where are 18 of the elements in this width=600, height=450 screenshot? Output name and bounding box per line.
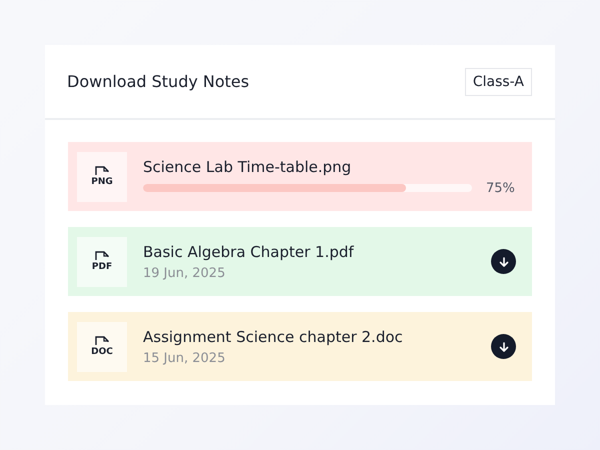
- document-icon: [95, 251, 109, 260]
- document-icon: [95, 336, 109, 345]
- document-icon: [95, 166, 109, 175]
- file-date: 15 Jun, 2025: [143, 350, 226, 366]
- file-type-label: DOC: [91, 347, 113, 357]
- progress-percent: 75%: [486, 180, 515, 196]
- download-button[interactable]: [491, 334, 516, 359]
- file-name: Assignment Science chapter 2.doc: [143, 328, 404, 346]
- file-name: Science Lab Time-table.png: [143, 158, 352, 176]
- file-type-label: PDF: [92, 262, 112, 272]
- class-label: Class-A: [464, 68, 532, 96]
- file-type-label: PNG: [91, 177, 113, 187]
- download-button[interactable]: [491, 249, 516, 274]
- file-name: Basic Algebra Chapter 1.pdf: [143, 242, 355, 260]
- file-date: 19 Jun, 2025: [143, 266, 226, 280]
- down-arrow-icon: [498, 256, 510, 268]
- card-title: Download Study Notes: [67, 72, 250, 91]
- down-arrow-icon: [498, 340, 510, 352]
